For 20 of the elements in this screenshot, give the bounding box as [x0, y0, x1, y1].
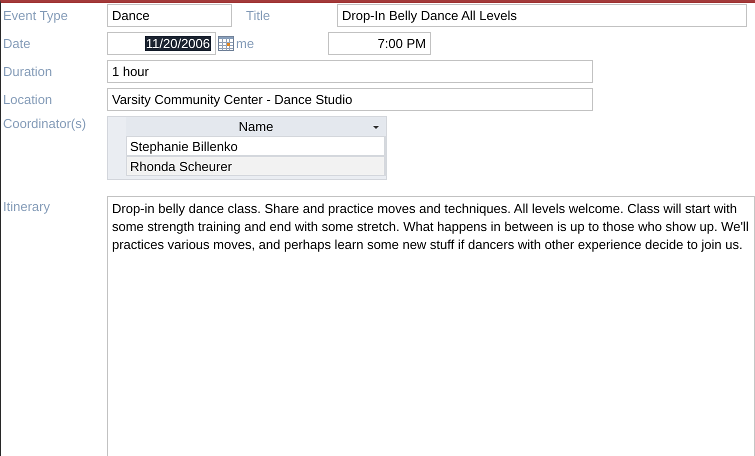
- name-cell[interactable]: Stephanie Billenko: [126, 136, 386, 156]
- field-label: Duration: [2, 64, 54, 78]
- field-label: Location: [2, 92, 54, 106]
- title-field[interactable]: Drop-In Belly Dance All Levels: [337, 4, 747, 26]
- event-type-field[interactable]: Dance: [107, 4, 232, 26]
- field-label: Date: [2, 36, 32, 50]
- name-cell[interactable]: Rhonda Scheurer: [126, 156, 386, 176]
- column-header[interactable]: Name: [126, 117, 386, 136]
- location-field[interactable]: Varsity Community Center - Dance Studio: [107, 88, 593, 110]
- field-label: Coordinator(s): [2, 116, 88, 131]
- dropdown-arrow-icon[interactable]: [372, 123, 380, 131]
- calendar-icon[interactable]: [218, 35, 234, 51]
- field-label: Title: [245, 8, 272, 22]
- itinerary-field[interactable]: Drop-in belly dance class. Share and practice moves and techniques. All levels welcome. Class will start with some strength training and end with some stretch. What happens in between is up to those who show up. We'll practices various moves, and perhaps learn some new stuff if dancers with other experience decide to join us.: [107, 196, 755, 456]
- field-label: Event Type: [2, 8, 69, 22]
- duration-field[interactable]: 1 hour: [107, 60, 593, 82]
- date-field[interactable]: 11/20/2006: [107, 32, 216, 54]
- field-label: Itinerary: [2, 198, 51, 214]
- time-field[interactable]: 7:00 PM: [328, 32, 431, 54]
- field-label: me: [236, 36, 256, 50]
